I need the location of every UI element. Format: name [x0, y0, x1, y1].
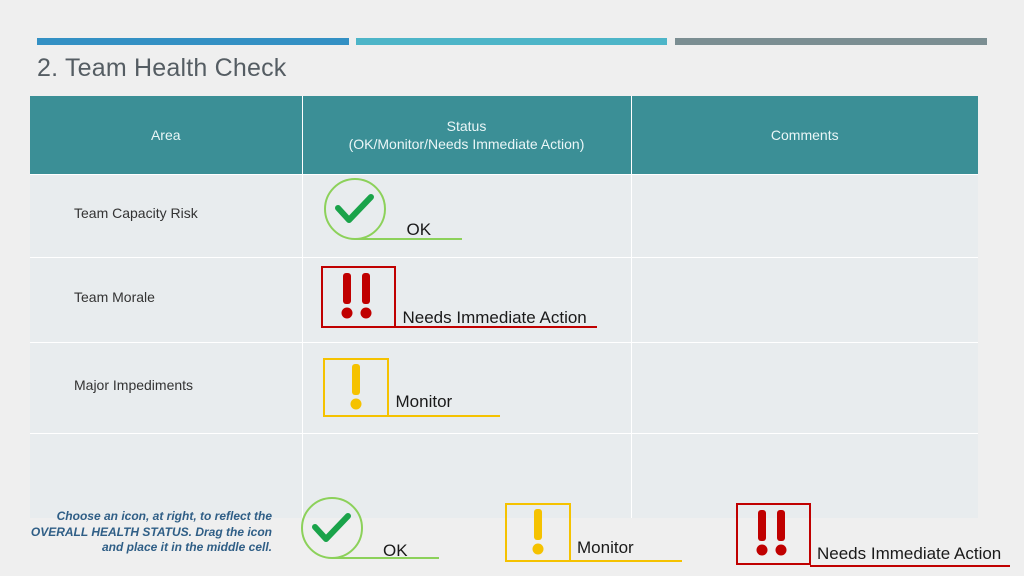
comment-cell[interactable]	[631, 174, 978, 258]
table-header-row: Area Status (OK/Monitor/Needs Immediate …	[30, 96, 978, 175]
status-cell[interactable]: Monitor	[302, 342, 632, 434]
comment-cell[interactable]	[631, 257, 978, 343]
legend-monitor-option[interactable]: Monitor	[505, 503, 685, 565]
status-needs-action[interactable]: Needs Immediate Action	[320, 266, 601, 330]
monitor-underline	[387, 415, 500, 417]
comment-cell[interactable]	[631, 342, 978, 434]
header-comments: Comments	[631, 96, 978, 175]
accent-bar-teal	[356, 38, 667, 45]
table-row: Major Impediments Monitor	[30, 342, 978, 434]
status-monitor[interactable]: Monitor	[322, 358, 503, 420]
legend-action-label: Needs Immediate Action	[817, 544, 1002, 563]
legend-ok-label: OK	[383, 541, 408, 560]
header-status: Status (OK/Monitor/Needs Immediate Actio…	[302, 96, 632, 175]
status-cell[interactable]: Needs Immediate Action	[302, 257, 632, 343]
check-circle-icon	[301, 497, 363, 559]
table-row: Team Capacity Risk OK	[30, 174, 978, 258]
single-exclamation-icon	[322, 358, 389, 417]
status-label: OK	[406, 220, 432, 239]
area-cell[interactable]	[30, 433, 303, 518]
double-exclamation-icon	[320, 266, 396, 328]
check-circle-icon	[323, 178, 386, 240]
accent-bar-blue	[37, 38, 349, 45]
header-status-title: Status	[446, 118, 487, 134]
monitor-underline	[570, 560, 682, 562]
legend-ok-option[interactable]: OK	[299, 497, 444, 563]
legend-action-option[interactable]: Needs Immediate Action	[736, 503, 1020, 569]
table-row: Team Morale Needs Immediate Action	[30, 257, 978, 343]
area-cell: Team Capacity Risk	[30, 174, 303, 258]
health-check-table: Area Status (OK/Monitor/Needs Immediate …	[30, 96, 978, 518]
page-title: 2. Team Health Check	[37, 54, 287, 82]
status-ok[interactable]: OK	[322, 178, 467, 242]
area-cell: Team Morale	[30, 257, 303, 343]
accent-bar-gray	[675, 38, 987, 45]
double-exclamation-icon	[736, 503, 811, 565]
instructions-text: Choose an icon, at right, to reflect the…	[30, 509, 272, 554]
legend-monitor-label: Monitor	[577, 538, 634, 557]
header-area: Area	[30, 96, 303, 175]
status-cell[interactable]: OK	[302, 174, 632, 258]
status-label: Monitor	[395, 392, 453, 411]
status-label: Needs Immediate Action	[402, 308, 587, 327]
single-exclamation-icon	[505, 503, 571, 562]
action-underline	[810, 565, 1010, 567]
header-status-options: (OK/Monitor/Needs Immediate Action)	[348, 136, 585, 152]
area-cell: Major Impediments	[30, 342, 303, 434]
